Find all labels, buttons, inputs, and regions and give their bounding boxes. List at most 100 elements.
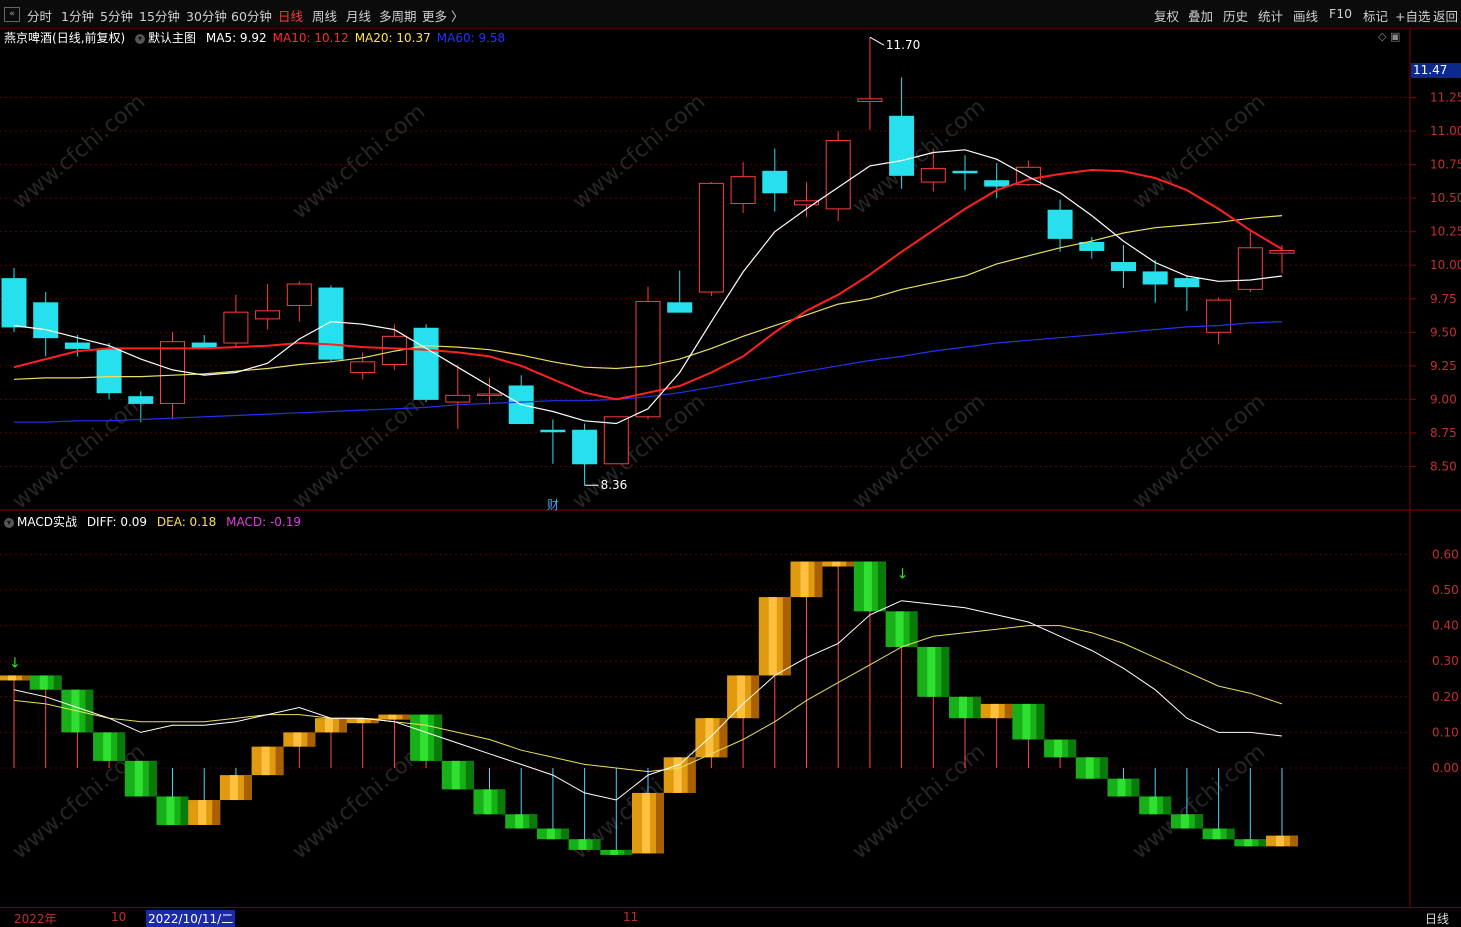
period-tab-4[interactable]: 30分钟	[186, 6, 227, 25]
candle-body	[857, 98, 883, 103]
macd-tick-label: 0.00	[1432, 761, 1459, 775]
candle-body	[1111, 262, 1136, 272]
template-dropdown-icon[interactable]: ▾	[135, 33, 146, 44]
candle-body	[667, 302, 693, 313]
candle-body	[223, 311, 249, 344]
macd-tick-label: 0.60	[1432, 547, 1459, 561]
watermark-text: www.cfchi.com	[848, 389, 990, 514]
macd-block-shade	[1194, 814, 1203, 829]
macd-block-shade	[941, 646, 950, 697]
chart-canvas: www.cfchi.com www.cfchi.com www.cfchi.com w…	[0, 28, 1461, 907]
candle-body	[1, 278, 27, 328]
macd-block-highlight	[515, 814, 524, 829]
price-tick-label: 10.00	[1430, 258, 1461, 272]
candle-body	[1269, 249, 1295, 254]
watermark-text: www.cfchi.com	[1128, 389, 1270, 514]
indicator-dropdown-icon[interactable]: ▾	[4, 517, 14, 528]
macd-block-highlight	[1117, 778, 1126, 797]
period-label[interactable]: 日线	[1425, 910, 1449, 927]
macd-block-shade	[1258, 839, 1267, 847]
macd-block-shade	[53, 675, 62, 690]
corner-icons: ◇ ▣	[1378, 30, 1400, 43]
macd-block-shade	[1004, 703, 1013, 719]
macd-block-shade	[1099, 757, 1108, 779]
macd-block-highlight	[229, 775, 238, 801]
candle-body	[1206, 299, 1232, 333]
macd-block-highlight	[546, 828, 555, 840]
candle-body	[477, 393, 502, 397]
candle-body	[64, 342, 90, 349]
price-tick-label: 8.75	[1430, 426, 1457, 440]
period-tab-7[interactable]: 周线	[312, 6, 337, 25]
toolbar-action-2[interactable]: 历史	[1223, 6, 1248, 25]
toolbar-action-4[interactable]: 画线	[1293, 6, 1318, 25]
macd-block-highlight	[388, 714, 397, 720]
macd-block-shade	[529, 814, 538, 829]
period-tab-5[interactable]: 60分钟	[231, 6, 272, 25]
event-marker: 财	[547, 498, 559, 512]
macd-name[interactable]: MACD实战	[17, 515, 77, 529]
current-price-tag: 11.47	[1411, 63, 1461, 78]
toolbar-action-0[interactable]: 复权	[1154, 6, 1179, 25]
macd-block-highlight	[673, 757, 682, 793]
macd-block-highlight	[1085, 757, 1094, 779]
diamond-icon[interactable]: ◇	[1378, 30, 1386, 43]
macd-block-highlight	[832, 561, 841, 567]
watermark-text: www.cfchi.com	[568, 89, 710, 214]
macd-block-highlight	[356, 718, 365, 724]
macd-block-highlight	[642, 792, 650, 854]
period-tab-2[interactable]: 5分钟	[100, 6, 133, 25]
watermark-text: www.cfchi.com	[8, 389, 150, 514]
macd-block-highlight	[737, 675, 746, 719]
macd-block-highlight	[1244, 839, 1253, 847]
toolbar-action-1[interactable]: 叠加	[1188, 6, 1213, 25]
period-tab-6[interactable]: 日线	[278, 6, 303, 25]
sidebar-toggle-icon[interactable]: «	[4, 7, 20, 22]
period-tab-0[interactable]: 分时	[27, 6, 52, 25]
stock-name: 燕京啤酒	[4, 31, 53, 45]
period-tab-9[interactable]: 多周期	[379, 6, 417, 25]
toolbar-action-8[interactable]: 返回	[1433, 6, 1458, 25]
template-label[interactable]: 默认主图	[148, 31, 196, 45]
macd-tick-label: 0.10	[1432, 725, 1459, 739]
macd-block-highlight	[1276, 835, 1284, 847]
candle-body	[160, 341, 185, 404]
period-tab-3[interactable]: 15分钟	[139, 6, 180, 25]
candle-body	[952, 170, 978, 174]
macd-block-highlight	[1149, 796, 1158, 815]
candle-body	[381, 335, 407, 365]
period-tab-1[interactable]: 1分钟	[61, 6, 94, 25]
candle-body	[1047, 209, 1073, 239]
watermark-text: www.cfchi.com	[288, 739, 430, 864]
macd-block-highlight	[420, 714, 429, 761]
macd-block-highlight	[198, 800, 207, 825]
sell-signal-arrow: ↓	[897, 567, 909, 583]
macd-block-shade	[339, 718, 347, 733]
macd-tick-label: 0.40	[1432, 619, 1459, 633]
toolbar-action-5[interactable]: F10	[1329, 6, 1352, 21]
main-legend: 燕京啤酒(日线,前复权) ▾ 默认主图 MA5: 9.92 MA10: 10.12 M…	[4, 29, 511, 46]
watermark-text: www.cfchi.com	[848, 94, 990, 219]
top-toolbar: « 分时 1分钟 5分钟 15分钟 30分钟 60分钟 日线 周线 月线 多周期 更多 〉 复权 叠加…	[0, 0, 1461, 29]
price-tick-label: 10.50	[1430, 191, 1461, 205]
macd-block-highlight	[768, 597, 777, 676]
toolbar-action-3[interactable]: 统计	[1258, 6, 1283, 25]
macd-block-shade	[1131, 778, 1140, 797]
period-tab-8[interactable]: 月线	[346, 6, 371, 25]
macd-block-highlight	[293, 732, 302, 747]
date-highlight: 2022/10/11/二	[146, 910, 236, 927]
period-tab-10[interactable]: 更多 〉	[422, 6, 463, 25]
maximize-icon[interactable]: ▣	[1390, 30, 1400, 43]
toolbar-action-6[interactable]: 标记	[1363, 6, 1388, 25]
sell-signal-arrow: ↓	[9, 656, 21, 672]
macd-block-shade	[275, 746, 284, 776]
watermark-text: www.cfchi.com	[8, 739, 150, 864]
macd-block-highlight	[610, 849, 619, 855]
macd-block-highlight	[39, 675, 48, 690]
macd-block-shade	[1226, 828, 1235, 840]
macd-block-highlight	[134, 760, 143, 797]
ma-legend-item-0: MA5: 9.92	[205, 31, 267, 45]
macd-value: MACD: -0.19	[226, 515, 301, 529]
date-label-nov: 11	[623, 910, 639, 924]
toolbar-action-7[interactable]: +自选	[1395, 6, 1430, 25]
